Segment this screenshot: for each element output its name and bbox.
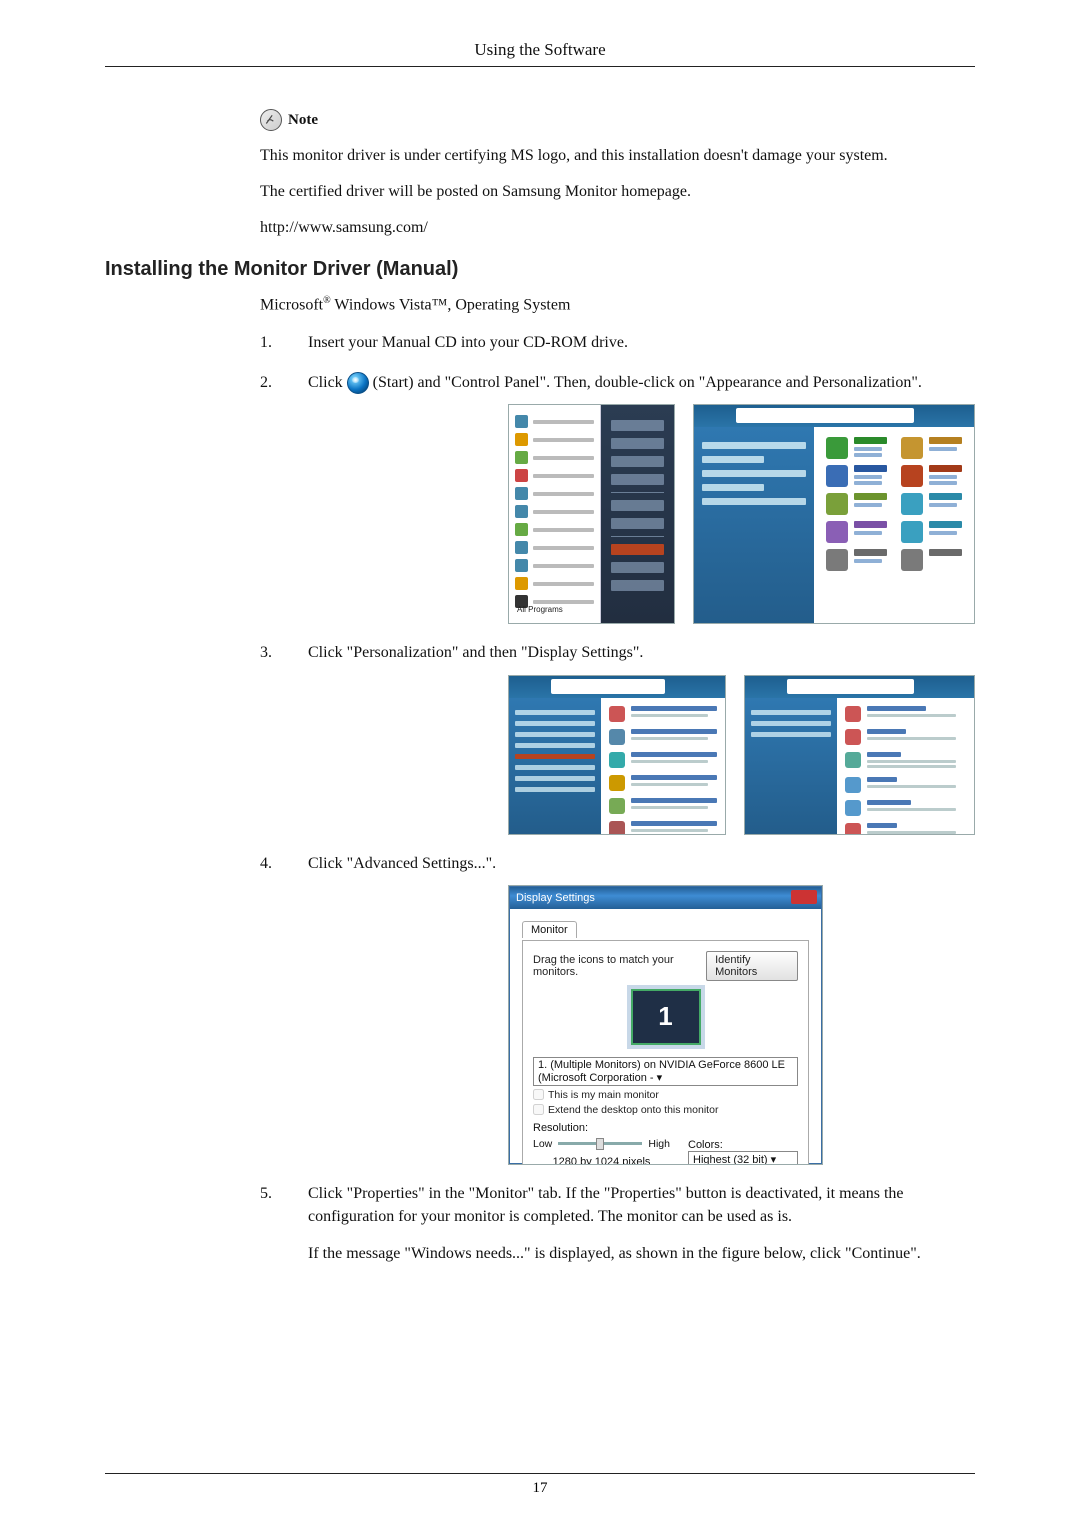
step-3: Click "Personalization" and then "Displa… <box>260 641 975 834</box>
ds-res-value: 1280 by 1024 pixels <box>533 1156 670 1165</box>
note-url: http://www.samsung.com/ <box>260 216 975 240</box>
ds-check-extend[interactable]: Extend the desktop onto this monitor <box>533 1104 798 1116</box>
ds-colors-label: Colors: <box>688 1139 798 1151</box>
step-3-text: Click "Personalization" and then "Displa… <box>308 644 643 661</box>
screenshot-display-settings: Display Settings Monitor Drag the icons … <box>508 885 823 1165</box>
all-programs-label: All Programs <box>517 604 563 616</box>
os-line: Microsoft® Windows Vista™, Operating Sys… <box>260 295 975 314</box>
start-control-panel-item <box>611 544 664 555</box>
ds-monitor-select[interactable]: 1. (Multiple Monitors) on NVIDIA GeForce… <box>533 1057 798 1086</box>
ds-resolution-slider[interactable]: Low High <box>533 1138 670 1150</box>
ds-check-main[interactable]: This is my main monitor <box>533 1089 798 1101</box>
screenshot-appearance-panel <box>508 675 726 835</box>
step-2: Click (Start) and "Control Panel". Then,… <box>260 371 975 624</box>
ds-drag-text: Drag the icons to match your monitors. <box>533 954 706 978</box>
os-reg: ® <box>323 295 331 306</box>
section-heading: Installing the Monitor Driver (Manual) <box>105 258 975 281</box>
screenshot-start-menu: All Programs <box>508 404 675 624</box>
ds-monitor-preview[interactable]: 1 <box>631 989 701 1045</box>
page-number: 17 <box>533 1480 548 1496</box>
os-vista: Windows Vista™ <box>331 296 448 313</box>
ds-title: Display Settings <box>516 892 595 904</box>
note-text-2: The certified driver will be posted on S… <box>260 180 975 204</box>
ds-res-label: Resolution: <box>533 1122 670 1134</box>
note-label: Note <box>288 109 318 132</box>
step-5: Click "Properties" in the "Monitor" tab.… <box>260 1182 975 1266</box>
start-orb-icon <box>347 372 369 394</box>
step-4-text: Click "Advanced Settings...". <box>308 855 496 872</box>
step-2b: (Start) and "Control Panel". Then, doubl… <box>373 374 922 391</box>
personalization-highlight <box>515 754 595 759</box>
ds-tab-monitor[interactable]: Monitor <box>522 921 577 938</box>
step-2a: Click <box>308 374 347 391</box>
step-5b: If the message "Windows needs..." is dis… <box>308 1242 975 1265</box>
screenshot-personalization-panel <box>744 675 975 835</box>
appearance-personalization-item <box>901 465 962 487</box>
page-footer: 17 <box>105 1473 975 1497</box>
ds-colors-select[interactable]: Highest (32 bit) ▾ <box>688 1151 798 1165</box>
page-header-title: Using the Software <box>105 40 975 67</box>
step-5a: Click "Properties" in the "Monitor" tab.… <box>308 1185 904 1225</box>
note-icon <box>260 109 282 131</box>
note-text-1: This monitor driver is under certifying … <box>260 144 975 168</box>
close-icon[interactable] <box>791 890 817 904</box>
os-rest: , Operating System <box>447 296 570 313</box>
os-ms: Microsoft <box>260 296 323 313</box>
identify-monitors-button[interactable]: Identify Monitors <box>706 951 798 981</box>
screenshot-control-panel <box>693 404 975 624</box>
step-4: Click "Advanced Settings...". Display Se… <box>260 852 975 1165</box>
step-1: Insert your Manual CD into your CD-ROM d… <box>260 331 975 354</box>
